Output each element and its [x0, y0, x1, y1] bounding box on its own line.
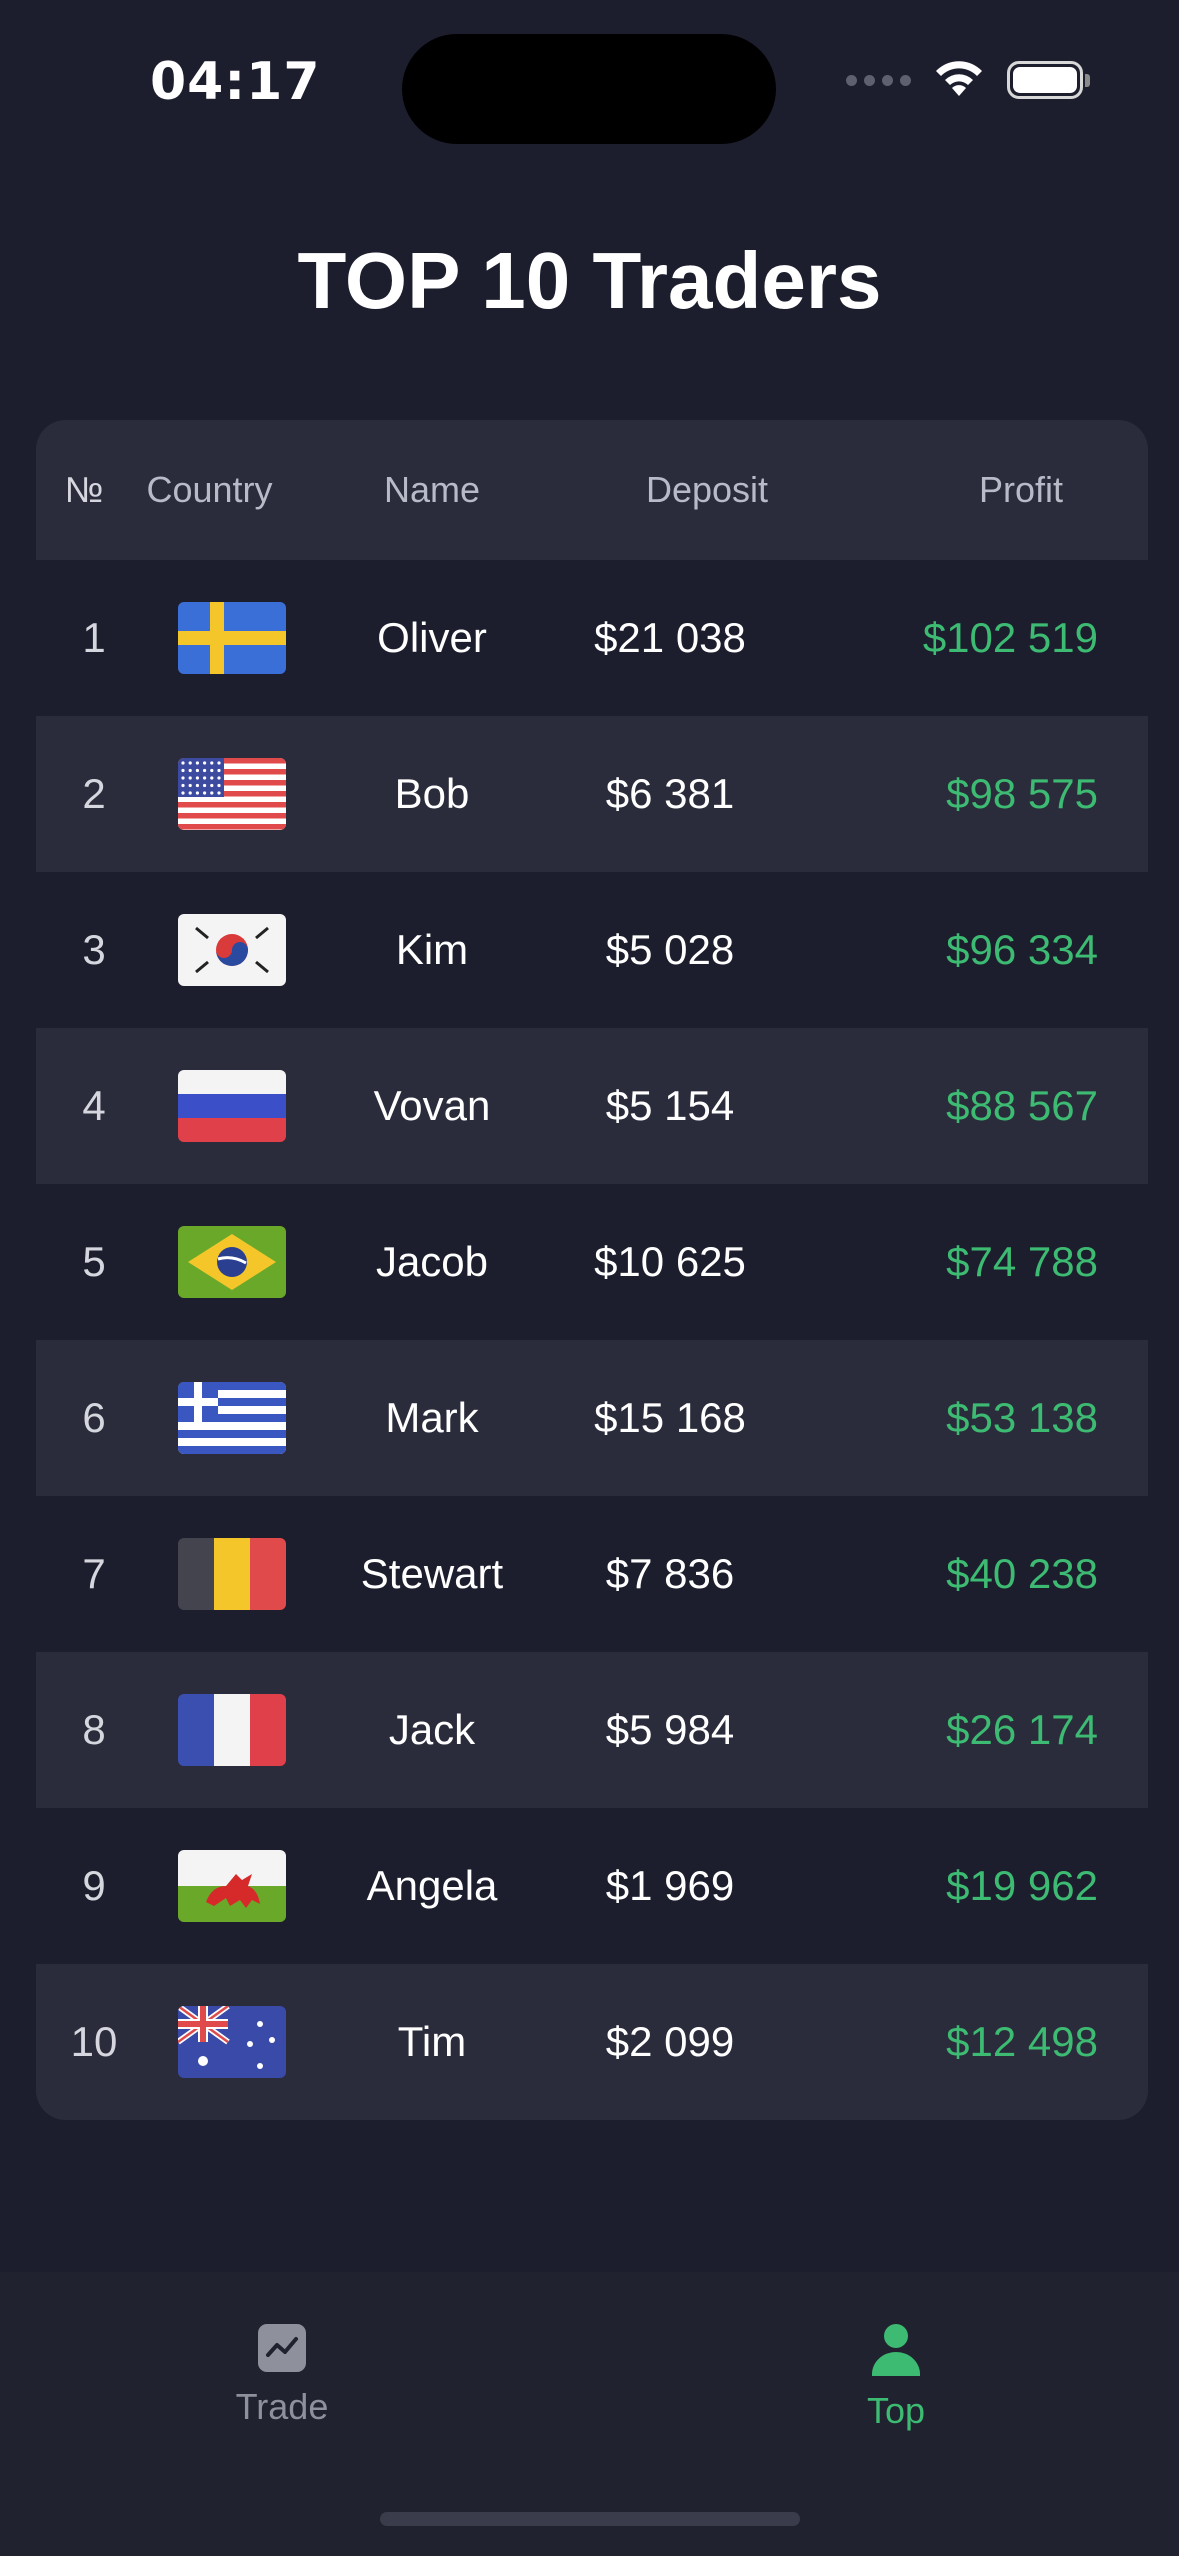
deposit-cell: $5 028 — [605, 926, 735, 973]
table-row: 4 Vovan $5 154 $88 567 — [36, 1028, 1148, 1184]
deposit-cell: $2 099 — [605, 2018, 735, 2065]
rank-cell: 4 — [82, 1082, 106, 1129]
table-row: 7 Stewart $7 836 $40 238 — [36, 1496, 1148, 1652]
rank-cell: 5 — [82, 1238, 106, 1285]
header-profit: Profit — [978, 469, 1063, 510]
home-indicator — [380, 2512, 800, 2526]
rank-cell: 3 — [82, 926, 106, 973]
rank-cell: 7 — [82, 1550, 106, 1597]
australia-flag-icon — [178, 2006, 286, 2078]
tab-top-label: Top — [866, 2390, 926, 2431]
profit-cell: $102 519 — [922, 614, 1098, 661]
leaderboard-table: № Country Name Deposit Profit 1 Oliver $21… — [36, 420, 1148, 2120]
deposit-cell: $21 038 — [594, 614, 746, 661]
deposit-cell: $15 168 — [594, 1394, 746, 1441]
rank-cell: 8 — [82, 1706, 106, 1753]
table-row: 6 Mark $15 168 $53 138 — [36, 1340, 1148, 1496]
profit-cell: $19 962 — [946, 1862, 1098, 1909]
profit-cell: $74 788 — [946, 1238, 1098, 1285]
country-cell — [152, 1538, 312, 1610]
status-icons — [846, 60, 1090, 100]
name-cell: Jack — [388, 1706, 476, 1753]
country-cell — [152, 1070, 312, 1142]
country-cell — [152, 1382, 312, 1454]
france-flag-icon — [178, 1694, 286, 1766]
tab-trade-label: Trade — [235, 2386, 329, 2427]
table-row: 1 Oliver $21 038 $102 519 — [36, 560, 1148, 716]
name-cell: Stewart — [360, 1550, 504, 1597]
country-cell — [152, 2006, 312, 2078]
header-name: Name — [383, 469, 481, 510]
name-cell: Jacob — [375, 1238, 489, 1285]
cellular-signal-icon — [846, 74, 911, 86]
profit-cell: $88 567 — [946, 1082, 1098, 1129]
country-cell — [152, 602, 312, 674]
deposit-cell: $5 154 — [605, 1082, 735, 1129]
name-cell: Bob — [394, 770, 470, 817]
greece-flag-icon — [178, 1382, 286, 1454]
profit-cell: $12 498 — [946, 2018, 1098, 2065]
tab-trade[interactable]: Trade — [182, 2322, 382, 2428]
deposit-cell: $1 969 — [605, 1862, 735, 1909]
country-cell — [152, 1226, 312, 1298]
deposit-cell: $6 381 — [605, 770, 735, 817]
header-country: Country — [146, 469, 273, 510]
russia-flag-icon — [178, 1070, 286, 1142]
wifi-icon — [936, 61, 982, 96]
table-row: 5 Jacob $10 625 $74 788 — [36, 1184, 1148, 1340]
tab-bar: Trade Top — [0, 2272, 1179, 2556]
rank-cell: 2 — [82, 770, 106, 817]
table-header: № Country Name Deposit Profit — [36, 420, 1148, 560]
table-row: 10 Tim $2 099 $12 498 — [36, 1964, 1148, 2120]
sweden-flag-icon — [178, 602, 286, 674]
country-cell — [152, 1694, 312, 1766]
usa-flag-icon — [178, 758, 286, 830]
tab-top[interactable]: Top — [796, 2322, 996, 2432]
page-title: TOP 10 Traders — [297, 236, 882, 325]
rank-cell: 1 — [82, 614, 106, 661]
south-korea-flag-icon — [178, 914, 286, 986]
profit-cell: $98 575 — [946, 770, 1098, 817]
deposit-cell: $5 984 — [605, 1706, 735, 1753]
dynamic-island — [402, 34, 776, 144]
belgium-flag-icon — [178, 1538, 286, 1610]
table-row: 8 Jack $5 984 $26 174 — [36, 1652, 1148, 1808]
rank-cell: 9 — [82, 1862, 106, 1909]
name-cell: Mark — [385, 1394, 479, 1441]
profit-cell: $26 174 — [946, 1706, 1098, 1753]
header-deposit: Deposit — [645, 469, 769, 510]
status-time: 04:17 — [150, 52, 321, 112]
name-cell: Angela — [366, 1862, 498, 1909]
profit-cell: $96 334 — [946, 926, 1098, 973]
rank-cell: 10 — [70, 2018, 118, 2065]
rank-cell: 6 — [82, 1394, 106, 1441]
country-cell — [152, 914, 312, 986]
table-row: 2 Bob $6 381 $98 575 — [36, 716, 1148, 872]
table-row: 3 Kim $5 028 $96 334 — [36, 872, 1148, 1028]
name-cell: Tim — [397, 2018, 467, 2065]
table-body: 1 Oliver $21 038 $102 519 2 Bob $6 381 $98 575 3… — [36, 560, 1148, 2120]
deposit-cell: $7 836 — [605, 1550, 735, 1597]
battery-icon — [1007, 61, 1090, 99]
deposit-cell: $10 625 — [594, 1238, 746, 1285]
person-icon — [872, 2324, 920, 2376]
brazil-flag-icon — [178, 1226, 286, 1298]
name-cell: Kim — [395, 926, 469, 973]
profit-cell: $40 238 — [946, 1550, 1098, 1597]
name-cell: Oliver — [377, 614, 487, 661]
profit-cell: $53 138 — [946, 1394, 1098, 1441]
country-cell — [152, 1850, 312, 1922]
chart-icon — [258, 2324, 306, 2372]
country-cell — [152, 758, 312, 830]
wales-flag-icon — [178, 1850, 286, 1922]
table-row: 9 Angela $1 969 $19 962 — [36, 1808, 1148, 1964]
name-cell: Vovan — [373, 1082, 491, 1129]
